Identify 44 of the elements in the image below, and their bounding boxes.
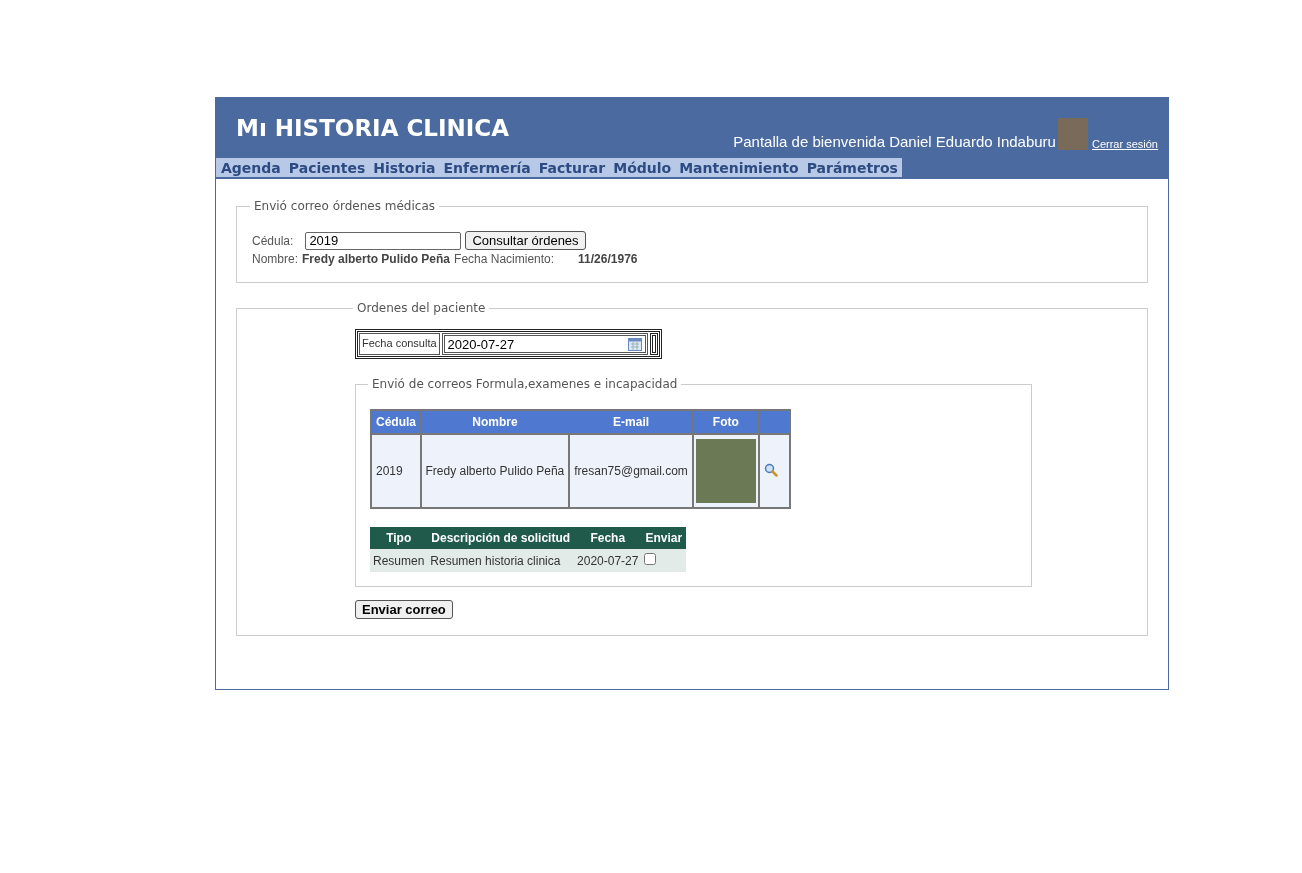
menu-item[interactable]: Parámetros [806,160,898,176]
search-button[interactable]: Consultar órdenes [465,231,586,250]
table-cell: fresan75@gmail.com [569,434,693,508]
send-button[interactable]: Enviar correo [355,600,453,619]
app-title: Mı HISTORIA CLINICA [236,114,510,141]
field-value: 11/26/1976 [578,252,638,266]
field-label: Cédula: [252,233,294,248]
menu-item[interactable]: Mantenimiento [679,160,799,176]
table-cell: Resumen historia clinica [427,549,575,572]
field-value: Fredy alberto Pulido Peña [302,252,451,266]
menu-item[interactable]: Enfermería [443,160,531,176]
calendar-icon[interactable] [627,337,642,351]
column-header: Fecha [574,527,642,549]
date-field[interactable]: 2020-07-27 [441,333,648,355]
table-cell: 2019 [371,434,421,508]
table-cell: Resumen [370,549,428,572]
field-label: Nombre: [252,252,298,266]
menu-item[interactable]: Agenda [221,160,281,176]
logout-link[interactable]: Cerrar sesión [1091,138,1158,150]
send-checkbox[interactable] [644,553,657,565]
avatar-placeholder [1057,118,1088,150]
column-header: Cédula [371,410,421,434]
search-icon[interactable] [763,462,778,477]
column-header: Tipo [370,527,428,549]
table-cell: Fredy alberto Pulido Peña [420,434,570,508]
menu-item[interactable]: Historia [373,160,436,176]
table-cell: 2020-07-27 [574,549,642,572]
fieldset-legend: Envió correo órdenes médicas [250,199,439,213]
column-header: Nombre [420,410,570,434]
menu-item[interactable]: Módulo [613,160,672,176]
column-header: Descripción de solicitud [427,527,575,549]
field-label: Fecha Nacimiento: [454,252,555,266]
menu-item[interactable]: Pacientes [288,160,366,176]
column-header: Enviar [641,527,687,549]
menu-item[interactable]: Facturar [538,160,606,176]
welcome-text: Pantalla de bienvenida Daniel Eduardo Indaburu [733,133,1056,150]
fieldset-legend: Envió de correos Formula,examenes e incapacidad [368,377,682,391]
photo-placeholder [695,439,756,503]
field-end-cap [649,333,658,355]
field-label: Fecha consulta [359,333,440,355]
column-header: Foto [692,410,759,434]
column-header: E-mail [569,410,693,434]
fieldset-legend: Ordenes del paciente [353,301,490,315]
input-field[interactable]: 2019 [305,231,462,250]
